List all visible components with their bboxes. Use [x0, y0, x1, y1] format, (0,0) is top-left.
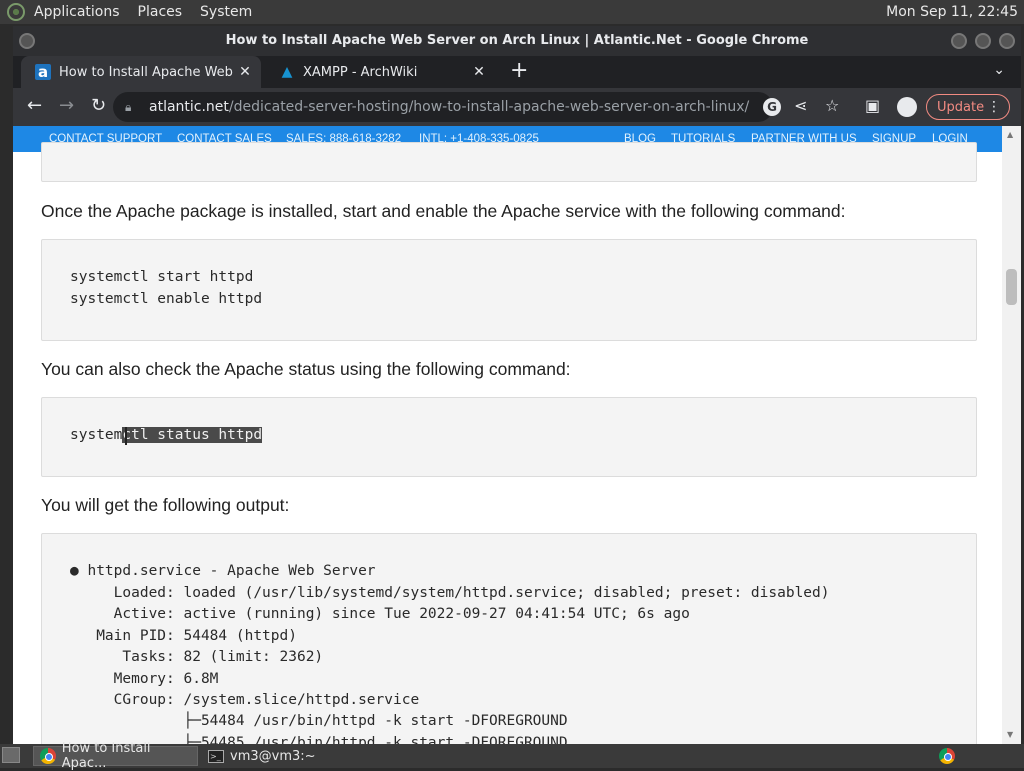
scroll-thumb[interactable] [1006, 269, 1017, 305]
chrome-icon [939, 748, 955, 764]
update-button[interactable]: Update ⋮ [926, 94, 1010, 120]
output-line: Active: active (running) since Tue 2022-… [70, 606, 690, 622]
page-viewport: CONTACT SUPPORT CONTACT SALES SALES: 888… [13, 126, 1021, 744]
menu-system[interactable]: System [200, 4, 252, 20]
code-block-output[interactable]: ● httpd.service - Apache Web Server Load… [41, 533, 977, 744]
paragraph-check-status: You can also check the Apache status usi… [41, 359, 571, 379]
task-terminal-window[interactable]: >_ vm3@vm3:~ [202, 746, 342, 766]
chrome-icon [40, 748, 56, 764]
tab-strip: a How to Install Apache Web Se ✕ ▲ XAMPP… [13, 56, 1021, 88]
more-menu-icon[interactable]: ⋮ [987, 99, 1001, 115]
close-window-icon[interactable] [999, 33, 1015, 49]
article-content: Once the Apache package is installed, st… [13, 142, 1002, 744]
atlantic-a-icon: a [35, 63, 51, 81]
task-label: How to Install Apac... [61, 741, 151, 771]
tab-label: XAMPP - ArchWiki [303, 64, 418, 80]
output-line: Loaded: loaded (/usr/lib/systemd/system/… [70, 585, 830, 601]
tray-chrome[interactable] [936, 746, 958, 766]
paragraph-start-enable: Once the Apache package is installed, st… [41, 201, 846, 221]
paragraph-output: You will get the following output: [41, 495, 290, 515]
tab-apache-article[interactable]: a How to Install Apache Web Se ✕ [21, 56, 261, 88]
update-label: Update [937, 99, 985, 115]
new-tab-icon[interactable]: + [510, 60, 528, 82]
code-block-start-enable[interactable]: systemctl start httpd systemctl enable h… [41, 239, 977, 341]
output-line: Main PID: 54484 (httpd) [70, 628, 297, 644]
output-line: ● httpd.service - Apache Web Server [70, 563, 376, 579]
bookmark-star-icon[interactable]: ☆ [825, 97, 839, 115]
share-icon[interactable]: ⋖ [794, 97, 807, 115]
output-line: ├─54484 /usr/bin/httpd -k start -DFOREGR… [70, 713, 568, 729]
show-desktop-icon[interactable] [2, 747, 20, 763]
minimize-icon[interactable] [951, 33, 967, 49]
url-path: /dedicated-server-hosting/how-to-install… [228, 99, 750, 115]
page-scrollbar[interactable]: ▲ ▼ [1002, 126, 1021, 744]
clock[interactable]: Mon Sep 11, 22:45 [886, 4, 1018, 20]
side-panel-icon[interactable]: ▣ [865, 97, 880, 115]
window-menu-icon[interactable] [19, 33, 35, 49]
tab-label: How to Install Apache Web Se [59, 64, 235, 80]
lock-icon[interactable]: 🔒︎ [125, 100, 139, 115]
tab-xampp-archwiki[interactable]: ▲ XAMPP - ArchWiki ✕ [265, 56, 495, 88]
selected-text: ctl status httpd [122, 427, 263, 443]
reload-icon[interactable]: ↻ [91, 96, 106, 116]
scroll-up-icon[interactable]: ▲ [1007, 130, 1013, 139]
taskbar: How to Install Apac... >_ vm3@vm3:~ [0, 741, 1024, 771]
maximize-icon[interactable] [975, 33, 991, 49]
scroll-down-icon[interactable]: ▼ [1007, 730, 1013, 739]
address-bar[interactable]: 🔒︎ atlantic.net /dedicated-server-hostin… [113, 92, 773, 122]
output-line: Memory: 6.8M [70, 671, 219, 687]
avatar[interactable] [897, 97, 917, 117]
arch-logo-icon: ▲ [281, 64, 293, 80]
window-title: How to Install Apache Web Server on Arch… [225, 33, 809, 48]
tab-close-icon[interactable]: ✕ [235, 64, 255, 80]
task-chrome-window[interactable]: How to Install Apac... [33, 741, 198, 771]
task-label: vm3@vm3:~ [230, 748, 316, 764]
code-block-status[interactable]: systemctl status httpd [41, 397, 977, 477]
code-line: systemctl start httpd [70, 269, 254, 285]
chevron-down-icon[interactable]: ⌄ [993, 62, 1005, 78]
text-cursor-icon [125, 427, 127, 445]
browser-toolbar: ← → ↻ 🔒︎ atlantic.net /dedicated-server-… [13, 88, 1021, 126]
back-icon[interactable]: ← [27, 96, 42, 116]
browser-window: How to Install Apache Web Server on Arch… [13, 26, 1021, 744]
tab-close-icon[interactable]: ✕ [469, 64, 489, 80]
terminal-icon: >_ [208, 749, 224, 763]
code-line: systemctl status httpd [70, 427, 263, 443]
top-panel: Applications Places System Mon Sep 11, 2… [0, 0, 1024, 24]
forward-icon[interactable]: → [59, 96, 74, 116]
menu-places[interactable]: Places [138, 4, 183, 20]
code-block-previous [41, 142, 977, 182]
menu-applications[interactable]: Applications [34, 4, 120, 20]
url-domain: atlantic.net [149, 99, 229, 115]
distro-logo-icon[interactable] [7, 3, 25, 21]
code-line: systemctl enable httpd [70, 291, 263, 307]
output-line: Tasks: 82 (limit: 2362) [70, 649, 324, 665]
output-line: CGroup: /system.slice/httpd.service [70, 692, 420, 708]
code-text: system [70, 427, 123, 443]
window-titlebar[interactable]: How to Install Apache Web Server on Arch… [13, 26, 1021, 56]
google-icon[interactable]: G [763, 98, 781, 116]
